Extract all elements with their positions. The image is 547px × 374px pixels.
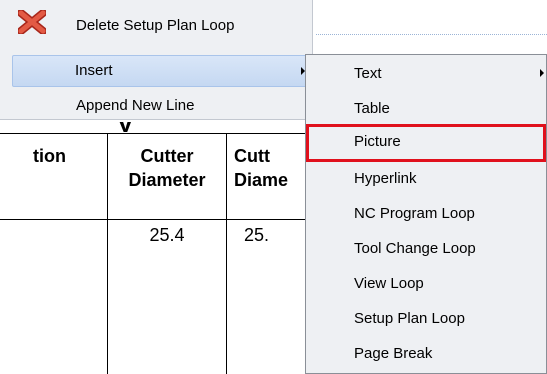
context-menu: Delete Setup Plan Loop Insert Append New… <box>0 0 313 120</box>
submenu-item-table[interactable]: Table <box>306 91 546 126</box>
column-header-description: tion <box>33 146 66 166</box>
insert-submenu: Text Table Picture Hyperlink NC Program … <box>305 54 547 374</box>
menu-item-label: Append New Line <box>76 97 195 114</box>
submenu-item-label: View Loop <box>354 275 424 292</box>
dotted-rule <box>316 34 547 35</box>
table-cell: 25. <box>244 225 270 245</box>
submenu-item-label: Text <box>354 65 382 82</box>
column-header-cutter-diameter-2: Cutt Diame <box>234 146 289 190</box>
submenu-item-label: Page Break <box>354 345 433 362</box>
menu-item-label: Delete Setup Plan Loop <box>76 17 235 34</box>
submenu-item-page-break[interactable]: Page Break <box>306 336 546 371</box>
submenu-item-hyperlink[interactable]: Hyperlink <box>306 161 546 196</box>
menu-item-label: Insert <box>75 62 113 79</box>
menu-item-delete-setup-plan-loop[interactable]: Delete Setup Plan Loop <box>0 0 312 44</box>
submenu-item-label: Hyperlink <box>354 170 417 187</box>
menu-item-append-new-line[interactable]: Append New Line <box>0 92 312 120</box>
submenu-arrow-icon <box>540 69 544 77</box>
submenu-item-nc-program-loop[interactable]: NC Program Loop <box>306 196 546 231</box>
column-header-cutter-diameter: Cutter Diameter <box>128 146 206 190</box>
submenu-item-label: Picture <box>354 133 401 150</box>
submenu-item-label: NC Program Loop <box>354 205 475 222</box>
submenu-item-label: Setup Plan Loop <box>354 310 465 327</box>
submenu-item-label: Table <box>354 100 390 117</box>
submenu-item-picture[interactable]: Picture <box>306 124 546 162</box>
table-cell: 25.4 <box>149 225 185 245</box>
submenu-item-text[interactable]: Text <box>306 56 546 91</box>
menu-item-insert[interactable]: Insert <box>12 55 312 87</box>
submenu-item-view-loop[interactable]: View Loop <box>306 266 546 301</box>
submenu-item-label: Tool Change Loop <box>354 240 476 257</box>
submenu-item-setup-plan-loop[interactable]: Setup Plan Loop <box>306 301 546 336</box>
submenu-item-tool-change-loop[interactable]: Tool Change Loop <box>306 231 546 266</box>
delete-x-icon <box>18 10 46 34</box>
heading-fragment: y <box>118 122 158 132</box>
